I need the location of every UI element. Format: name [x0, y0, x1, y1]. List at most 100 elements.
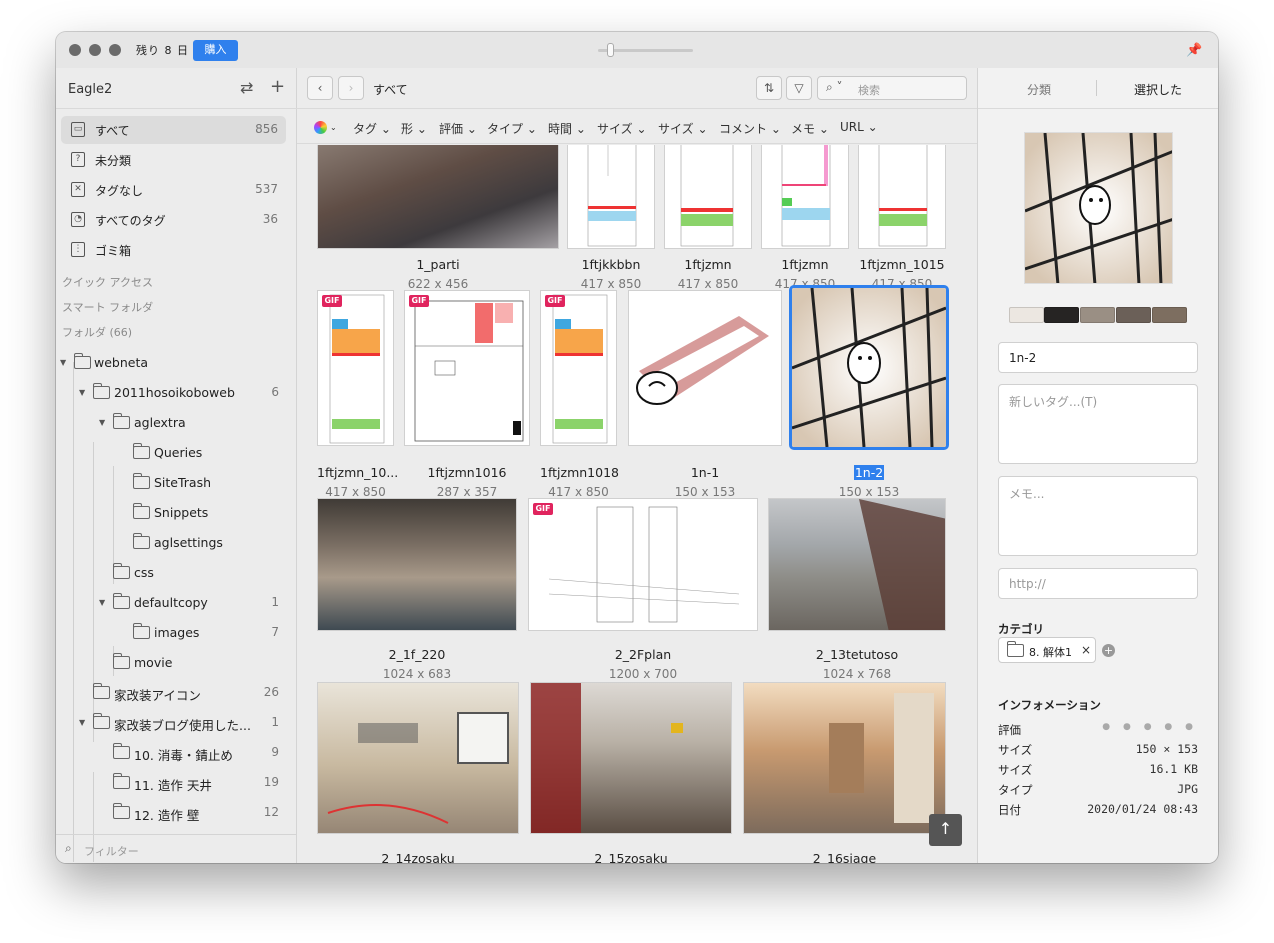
tab-selected[interactable]: 選択した [1134, 81, 1182, 98]
image-thumbnail[interactable]: GIF [317, 290, 394, 446]
item-name[interactable]: 2_14zosaku [317, 851, 519, 863]
color-swatch[interactable] [1080, 307, 1115, 323]
close-window-button[interactable] [69, 44, 81, 56]
close-icon[interactable]: × [1081, 643, 1091, 657]
image-thumbnail[interactable]: GIF [528, 498, 758, 631]
nav-uncategorized[interactable]: ? 未分類 [61, 146, 286, 174]
quick-access-header[interactable]: クイック アクセス [62, 274, 153, 290]
folder-house-blog[interactable]: ▼ 家改装ブログ使用した... 1 [76, 712, 279, 736]
preview-image[interactable] [1024, 132, 1173, 284]
name-field[interactable]: 1n-2 [998, 342, 1198, 373]
image-thumbnail[interactable] [317, 145, 559, 249]
library-name[interactable]: Eagle2 [68, 82, 112, 97]
tab-classification[interactable]: 分類 [1027, 81, 1051, 98]
folder-images[interactable]: images 7 [116, 622, 279, 646]
buy-button[interactable]: 購入 [193, 40, 238, 61]
tags-field[interactable]: 新しいタグ...(T) [998, 384, 1198, 464]
image-thumbnail[interactable]: GIF [540, 290, 617, 446]
filter-rating[interactable]: 評価 ⌄ [439, 120, 477, 137]
thumbnail-size-slider[interactable] [598, 43, 693, 57]
filter-url[interactable]: URL ⌄ [840, 120, 878, 134]
memo-field[interactable]: メモ... [998, 476, 1198, 556]
folder-defaultcopy[interactable]: ▼ defaultcopy 1 [96, 592, 279, 616]
caret-down-icon[interactable]: ▼ [79, 388, 85, 397]
item-name[interactable]: 1_parti [317, 257, 559, 272]
filter-tag[interactable]: タグ ⌄ [353, 120, 391, 137]
caret-down-icon[interactable]: ▼ [60, 358, 66, 367]
minimize-window-button[interactable] [89, 44, 101, 56]
caret-down-icon[interactable]: ▼ [99, 598, 105, 607]
folder-aglextra[interactable]: ▼ aglextra [96, 412, 279, 436]
filter-type[interactable]: タイプ ⌄ [487, 120, 537, 137]
item-name-highlight[interactable]: 1n-2 [853, 465, 885, 480]
caret-down-icon[interactable]: ▼ [79, 718, 85, 727]
image-thumbnail[interactable] [317, 498, 517, 631]
filter-shape[interactable]: 形 ⌄ [401, 120, 427, 137]
item-name[interactable]: 1ftjzmn_10... [317, 465, 398, 480]
folder-snippets[interactable]: Snippets [116, 502, 279, 526]
nav-trash[interactable]: ⋮ ゴミ箱 [61, 236, 286, 264]
color-swatch[interactable] [1116, 307, 1151, 323]
image-thumbnail[interactable] [567, 145, 655, 249]
color-swatch[interactable] [1044, 307, 1079, 323]
item-name[interactable]: 1ftjzmn [664, 257, 752, 272]
folder-movie[interactable]: movie [96, 652, 279, 676]
category-chip[interactable]: 8. 解体1 × [998, 637, 1096, 663]
filter-memo[interactable]: メモ ⌄ [791, 120, 829, 137]
color-swatch[interactable] [1152, 307, 1187, 323]
scroll-to-top-button[interactable]: ↑ [929, 814, 962, 846]
zoom-window-button[interactable] [109, 44, 121, 56]
switch-library-icon[interactable]: ⇄ [240, 78, 253, 97]
item-name[interactable]: 1n-1 [628, 465, 782, 480]
folder-2011hosoikoboweb[interactable]: ▼ 2011hosoikoboweb 6 [76, 382, 279, 406]
item-name[interactable]: 2_13tetutoso [768, 647, 946, 662]
add-icon[interactable]: + [270, 76, 285, 97]
item-name[interactable]: 2_1f_220 [317, 647, 517, 662]
filter-placeholder[interactable]: フィルター [84, 843, 139, 859]
item-name-selected[interactable]: 1n-2 [789, 465, 949, 480]
url-field[interactable]: http:// [998, 568, 1198, 599]
filter-icon[interactable]: ▽ [786, 76, 812, 100]
image-thumbnail[interactable] [858, 145, 946, 249]
folder-css[interactable]: css [96, 562, 279, 586]
folder-12[interactable]: 12. 造作 壁 12 [96, 802, 279, 826]
folder-sitetrash[interactable]: SiteTrash [116, 472, 279, 496]
color-filter-icon[interactable] [314, 121, 327, 134]
item-name[interactable]: 1ftjkkbbn [567, 257, 655, 272]
folder-11[interactable]: 11. 造作 天井 19 [96, 772, 279, 796]
forward-button[interactable]: › [338, 76, 364, 100]
filter-comment[interactable]: コメント ⌄ [719, 120, 781, 137]
nav-all-tags[interactable]: ◔ すべてのタグ 36 [61, 206, 286, 234]
folder-house-icons[interactable]: 家改装アイコン 26 [76, 682, 279, 706]
color-swatch[interactable] [1009, 307, 1044, 323]
item-name[interactable]: 2_2Fplan [528, 647, 758, 662]
smart-folders-header[interactable]: スマート フォルダ [62, 299, 153, 315]
image-thumbnail-selected[interactable] [789, 285, 949, 450]
chevron-down-icon[interactable]: ⌄ [330, 123, 337, 132]
folder-aglsettings[interactable]: aglsettings [116, 532, 279, 556]
image-thumbnail[interactable] [664, 145, 752, 249]
item-name[interactable]: 1ftjzmn_1015 [858, 257, 946, 272]
item-name[interactable]: 1ftjzmn [761, 257, 849, 272]
rating-stars[interactable]: ● ● ● ● ● [1102, 722, 1198, 732]
image-thumbnail[interactable] [628, 290, 782, 446]
caret-down-icon[interactable]: ▼ [99, 418, 105, 427]
folders-header[interactable]: フォルダ (66) [62, 324, 132, 340]
nav-untagged[interactable]: ✕ タグなし 537 [61, 176, 286, 204]
add-category-icon[interactable]: + [1102, 644, 1115, 657]
image-thumbnail[interactable] [761, 145, 849, 249]
item-name[interactable]: 1ftjzmn1016 [404, 465, 530, 480]
image-thumbnail[interactable]: GIF [404, 290, 530, 446]
back-button[interactable]: ‹ [307, 76, 333, 100]
filter-size[interactable]: サイズ ⌄ [597, 120, 647, 137]
pin-icon[interactable]: 📌 [1186, 43, 1202, 58]
slider-knob[interactable] [607, 43, 614, 57]
filter-time[interactable]: 時間 ⌄ [548, 120, 586, 137]
sort-icon[interactable]: ⇅ [756, 76, 782, 100]
item-name[interactable]: 2_16siage [743, 851, 946, 863]
filter-filesize[interactable]: サイズ ⌄ [658, 120, 708, 137]
folder-webneta[interactable]: ▼ webneta [56, 352, 281, 376]
image-thumbnail[interactable] [768, 498, 946, 631]
sidebar-filter[interactable]: ⌕ フィルター [56, 834, 297, 863]
search-input[interactable]: ⌕ ˅ 検索 [817, 76, 967, 100]
